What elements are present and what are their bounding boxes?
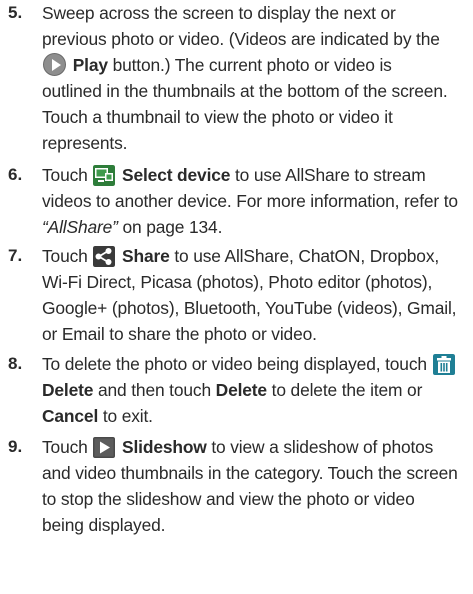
step-number: 9. [8, 437, 23, 456]
step-number: 6. [8, 165, 23, 184]
step-number: 8. [8, 354, 23, 373]
step-text: To delete the photo or video being displ… [42, 351, 470, 429]
step-text: Touch Slideshow to view a slideshow of p… [42, 437, 458, 535]
step-number: 5. [8, 3, 23, 22]
step-text: Touch Select device to use AllShare to s… [42, 165, 458, 237]
step-text: Sweep across the screen to display the n… [42, 3, 448, 153]
step-text: Touch Share to use AllShare, ChatON, Dro… [42, 246, 457, 344]
play-icon [43, 53, 66, 76]
step-number: 7. [8, 246, 23, 265]
share-icon [93, 246, 116, 267]
select-device-icon [93, 165, 116, 186]
manual-page: 5. Sweep across the screen to display th… [0, 0, 473, 594]
slideshow-icon [93, 437, 116, 458]
trash-icon [432, 354, 455, 375]
